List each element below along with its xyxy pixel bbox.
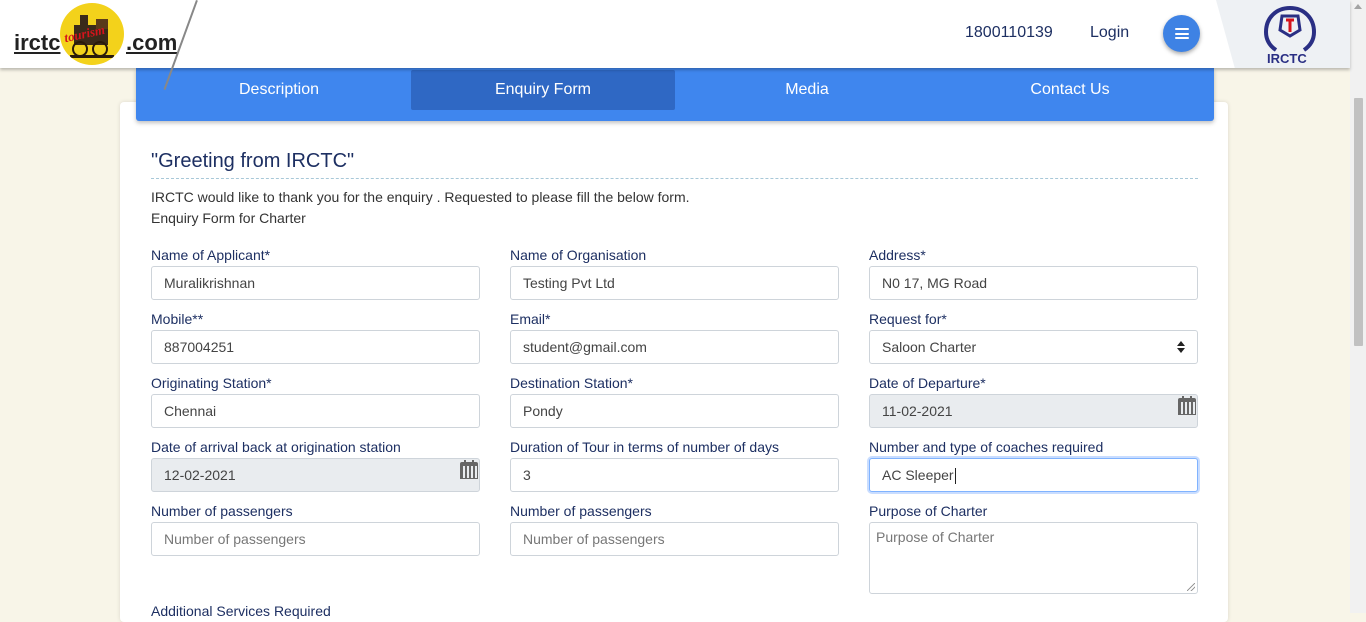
tab-media[interactable]: Media — [675, 70, 939, 110]
purpose-placeholder: Purpose of Charter — [876, 529, 995, 545]
departure-date-input[interactable]: 11-02-2021 — [869, 394, 1198, 428]
form-greeting: "Greeting from IRCTC" — [151, 150, 355, 172]
scroll-up-arrow-icon[interactable] — [1354, 4, 1362, 9]
tab-contact-us[interactable]: Contact Us — [938, 70, 1202, 110]
organisation-label: Name of Organisation — [510, 247, 647, 263]
login-link[interactable]: Login — [1090, 24, 1129, 42]
helpline-number[interactable]: 1800110139 — [965, 24, 1053, 42]
passengers-input-2[interactable]: Number of passengers — [510, 522, 839, 556]
logo-text-right: .com — [126, 30, 178, 55]
request-for-value: Saloon Charter — [882, 339, 977, 355]
arrival-back-date-input[interactable]: 12-02-2021 — [151, 458, 480, 492]
scrollbar-thumb[interactable] — [1354, 98, 1363, 346]
calendar-icon[interactable] — [460, 460, 478, 479]
form-intro: IRCTC would like to thank you for the en… — [151, 189, 690, 205]
logo-text-left: irctc — [14, 30, 61, 55]
request-for-label: Request for* — [869, 311, 947, 327]
applicant-label: Name of Applicant* — [151, 247, 271, 263]
form-subtitle: Enquiry Form for Charter — [151, 210, 306, 226]
address-input[interactable]: N0 17, MG Road — [869, 266, 1198, 300]
hamburger-menu-icon — [1174, 28, 1189, 39]
calendar-icon[interactable] — [1178, 396, 1196, 415]
email-label: Email* — [510, 311, 551, 327]
additional-services-label: Additional Services Required — [151, 603, 331, 619]
page-scrollbar[interactable] — [1350, 0, 1366, 613]
destination-label: Destination Station* — [510, 375, 633, 391]
departure-label: Date of Departure* — [869, 375, 986, 391]
passengers-label-1: Number of passengers — [151, 503, 293, 519]
tab-enquiry-form[interactable]: Enquiry Form — [411, 70, 675, 110]
select-arrows-icon — [1177, 341, 1185, 353]
arrival-back-date-value: 12-02-2021 — [164, 467, 236, 483]
duration-input[interactable]: 3 — [510, 458, 839, 492]
passengers-input-1[interactable]: Number of passengers — [151, 522, 480, 556]
tab-description[interactable]: Description — [147, 70, 411, 110]
origin-station-input[interactable]: Chennai — [151, 394, 480, 428]
passengers-label-2: Number of passengers — [510, 503, 652, 519]
coaches-input[interactable]: AC Sleeper — [869, 458, 1198, 492]
mobile-label: Mobile** — [151, 311, 204, 327]
applicant-name-input[interactable]: Muralikrishnan — [151, 266, 480, 300]
purpose-label: Purpose of Charter — [869, 503, 988, 519]
irctc-tourism-logo[interactable]: irctc tourism .com — [0, 0, 220, 68]
coaches-label: Number and type of coaches required — [869, 439, 1104, 455]
coaches-value: AC Sleeper — [882, 467, 954, 483]
purpose-textarea[interactable]: Purpose of Charter — [869, 522, 1198, 594]
irctc-brand-label: IRCTC — [1267, 51, 1307, 66]
greeting-divider — [151, 178, 1198, 179]
request-for-select[interactable]: Saloon Charter — [869, 330, 1198, 364]
origin-label: Originating Station* — [151, 375, 272, 391]
tab-bar: Description Enquiry Form Media Contact U… — [136, 68, 1214, 121]
hamburger-menu-button[interactable] — [1163, 15, 1200, 52]
text-cursor — [954, 468, 956, 485]
address-label: Address* — [869, 247, 926, 263]
organisation-input[interactable]: Testing Pvt Ltd — [510, 266, 839, 300]
resize-grip-icon[interactable] — [1187, 583, 1195, 591]
departure-date-value: 11-02-2021 — [882, 403, 953, 419]
email-input[interactable]: student@gmail.com — [510, 330, 839, 364]
mobile-input[interactable]: 887004251 — [151, 330, 480, 364]
destination-station-input[interactable]: Pondy — [510, 394, 839, 428]
site-header: irctc tourism .com 1800110139 Login IRCT… — [0, 0, 1350, 90]
duration-label: Duration of Tour in terms of number of d… — [510, 439, 779, 455]
arrival-back-label: Date of arrival back at origination stat… — [151, 439, 401, 455]
